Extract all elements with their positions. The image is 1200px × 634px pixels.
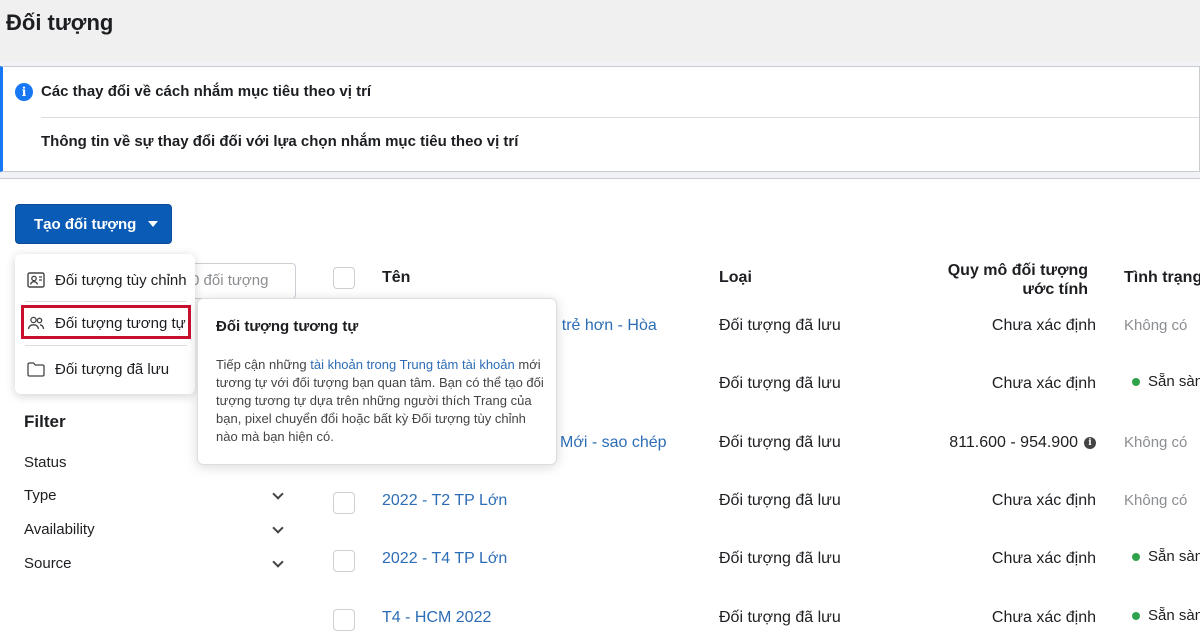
row-name-link[interactable]: Mới - sao chép bbox=[560, 434, 667, 452]
chevron-down-icon bbox=[272, 487, 284, 500]
row-status-label: Sẵn sàng bbox=[1148, 548, 1200, 565]
row-size: Chưa xác định bbox=[900, 375, 1096, 393]
lookalike-tooltip: Đối tượng tương tự Tiếp cận những tài kh… bbox=[197, 298, 557, 465]
row-status: Sẵn sàng bbox=[1124, 607, 1200, 624]
filter-title: Filter bbox=[24, 412, 66, 431]
row-name-link[interactable]: T4 - HCM 2022 bbox=[382, 609, 491, 627]
ready-status-dot bbox=[1132, 612, 1140, 621]
column-header-name[interactable]: Tên bbox=[382, 269, 410, 287]
menu-item-label: Đối tượng đã lưu bbox=[55, 360, 170, 378]
row-status: Sẵn sàng bbox=[1124, 373, 1200, 390]
row-status: Không có bbox=[1124, 434, 1188, 451]
row-name-link[interactable]: - trẻ hơn - Hòa bbox=[552, 317, 657, 335]
info-icon[interactable]: i bbox=[1084, 437, 1096, 449]
row-type: Đối tượng đã lưu bbox=[719, 317, 841, 334]
row-size: 811.600 - 954.900 i bbox=[900, 434, 1096, 452]
row-size-value: Chưa xác định bbox=[991, 609, 1096, 626]
create-audience-menu: Đối tượng tùy chỉnh Đối tượng tương tự Đ… bbox=[15, 254, 195, 394]
ready-status-dot bbox=[1132, 553, 1140, 562]
row-name-link[interactable]: 2022 - T2 TP Lớn bbox=[382, 492, 507, 510]
page-title: Đối tượng bbox=[6, 10, 114, 35]
row-size: Chưa xác định bbox=[900, 609, 1096, 627]
location-targeting-notice: i Các thay đổi về cách nhắm mục tiêu the… bbox=[0, 66, 1200, 172]
row-size-value: 811.600 - 954.900 bbox=[949, 434, 1078, 451]
row-type: Đối tượng đã lưu bbox=[719, 550, 841, 567]
create-audience-button[interactable]: Tạo đối tượng bbox=[15, 204, 172, 244]
row-checkbox[interactable] bbox=[333, 550, 355, 572]
chevron-down-icon bbox=[272, 555, 284, 568]
row-size: Chưa xác định bbox=[900, 317, 1096, 335]
menu-item-label: Đối tượng tùy chỉnh bbox=[55, 271, 187, 289]
row-size: Chưa xác định bbox=[900, 550, 1096, 568]
filter-availability[interactable]: Availability bbox=[24, 521, 286, 538]
filter-availability-label: Availability bbox=[24, 521, 95, 538]
caret-down-icon bbox=[148, 221, 159, 227]
folder-icon bbox=[27, 362, 45, 377]
tooltip-title: Đối tượng tương tự bbox=[216, 318, 359, 335]
filter-type-label: Type bbox=[24, 487, 57, 504]
audience-main-panel: Tạo đối tượng 0 đối tượng Filter Status … bbox=[0, 178, 1200, 634]
highlight-box bbox=[21, 305, 191, 339]
row-type: Đối tượng đã lưu bbox=[719, 434, 841, 451]
chevron-down-icon bbox=[272, 521, 284, 534]
filter-source[interactable]: Source bbox=[24, 555, 286, 572]
column-header-type[interactable]: Loại bbox=[719, 269, 752, 287]
row-type: Đối tượng đã lưu bbox=[719, 375, 841, 392]
filter-status-label: Status bbox=[24, 454, 67, 471]
row-checkbox[interactable] bbox=[333, 609, 355, 631]
row-size-value: Chưa xác định bbox=[991, 317, 1096, 334]
tooltip-body: Tiếp cận những tài khoản trong Trung tâm… bbox=[216, 356, 546, 446]
menu-divider bbox=[25, 345, 187, 346]
accounts-center-link[interactable]: tài khoản trong Trung tâm tài khoản bbox=[310, 357, 515, 372]
notice-subtitle[interactable]: Thông tin về sự thay đổi đối với lựa chọ… bbox=[41, 133, 518, 150]
row-status: Không có bbox=[1124, 317, 1188, 334]
row-status-label: Sẵn sàng bbox=[1148, 607, 1200, 624]
info-icon: i bbox=[15, 83, 33, 101]
menu-divider bbox=[25, 301, 187, 302]
row-status-label: Sẵn sàng bbox=[1148, 373, 1200, 390]
filter-source-label: Source bbox=[24, 555, 72, 572]
tooltip-body-prefix: Tiếp cận những bbox=[216, 357, 311, 372]
create-audience-label: Tạo đối tượng bbox=[34, 215, 137, 233]
menu-item-custom-audience[interactable]: Đối tượng tùy chỉnh bbox=[15, 262, 195, 298]
row-size-value: Chưa xác định bbox=[991, 375, 1096, 392]
page-header: Đối tượng bbox=[0, 0, 1200, 62]
column-header-size[interactable]: Quy mô đối tượng ước tính bbox=[930, 261, 1088, 299]
row-size: Chưa xác định bbox=[900, 492, 1096, 510]
custom-audience-icon bbox=[27, 272, 45, 288]
select-all-checkbox[interactable] bbox=[333, 267, 355, 289]
menu-item-saved-audience[interactable]: Đối tượng đã lưu bbox=[15, 351, 195, 387]
notice-title[interactable]: Các thay đổi về cách nhắm mục tiêu theo … bbox=[41, 83, 371, 100]
ready-status-dot bbox=[1132, 378, 1140, 387]
row-size-value: Chưa xác định bbox=[991, 492, 1096, 509]
column-header-status[interactable]: Tình trạng bbox=[1124, 269, 1200, 287]
row-status: Không có bbox=[1124, 492, 1188, 509]
row-type: Đối tượng đã lưu bbox=[719, 492, 841, 509]
row-status: Sẵn sàng bbox=[1124, 548, 1200, 565]
filter-type[interactable]: Type bbox=[24, 487, 286, 504]
row-name-link[interactable]: 2022 - T4 TP Lớn bbox=[382, 550, 507, 568]
search-input[interactable]: 0 đối tượng bbox=[180, 263, 296, 299]
row-checkbox[interactable] bbox=[333, 492, 355, 514]
row-type: Đối tượng đã lưu bbox=[719, 609, 841, 626]
notice-divider bbox=[41, 117, 1199, 118]
row-size-value: Chưa xác định bbox=[991, 550, 1096, 567]
